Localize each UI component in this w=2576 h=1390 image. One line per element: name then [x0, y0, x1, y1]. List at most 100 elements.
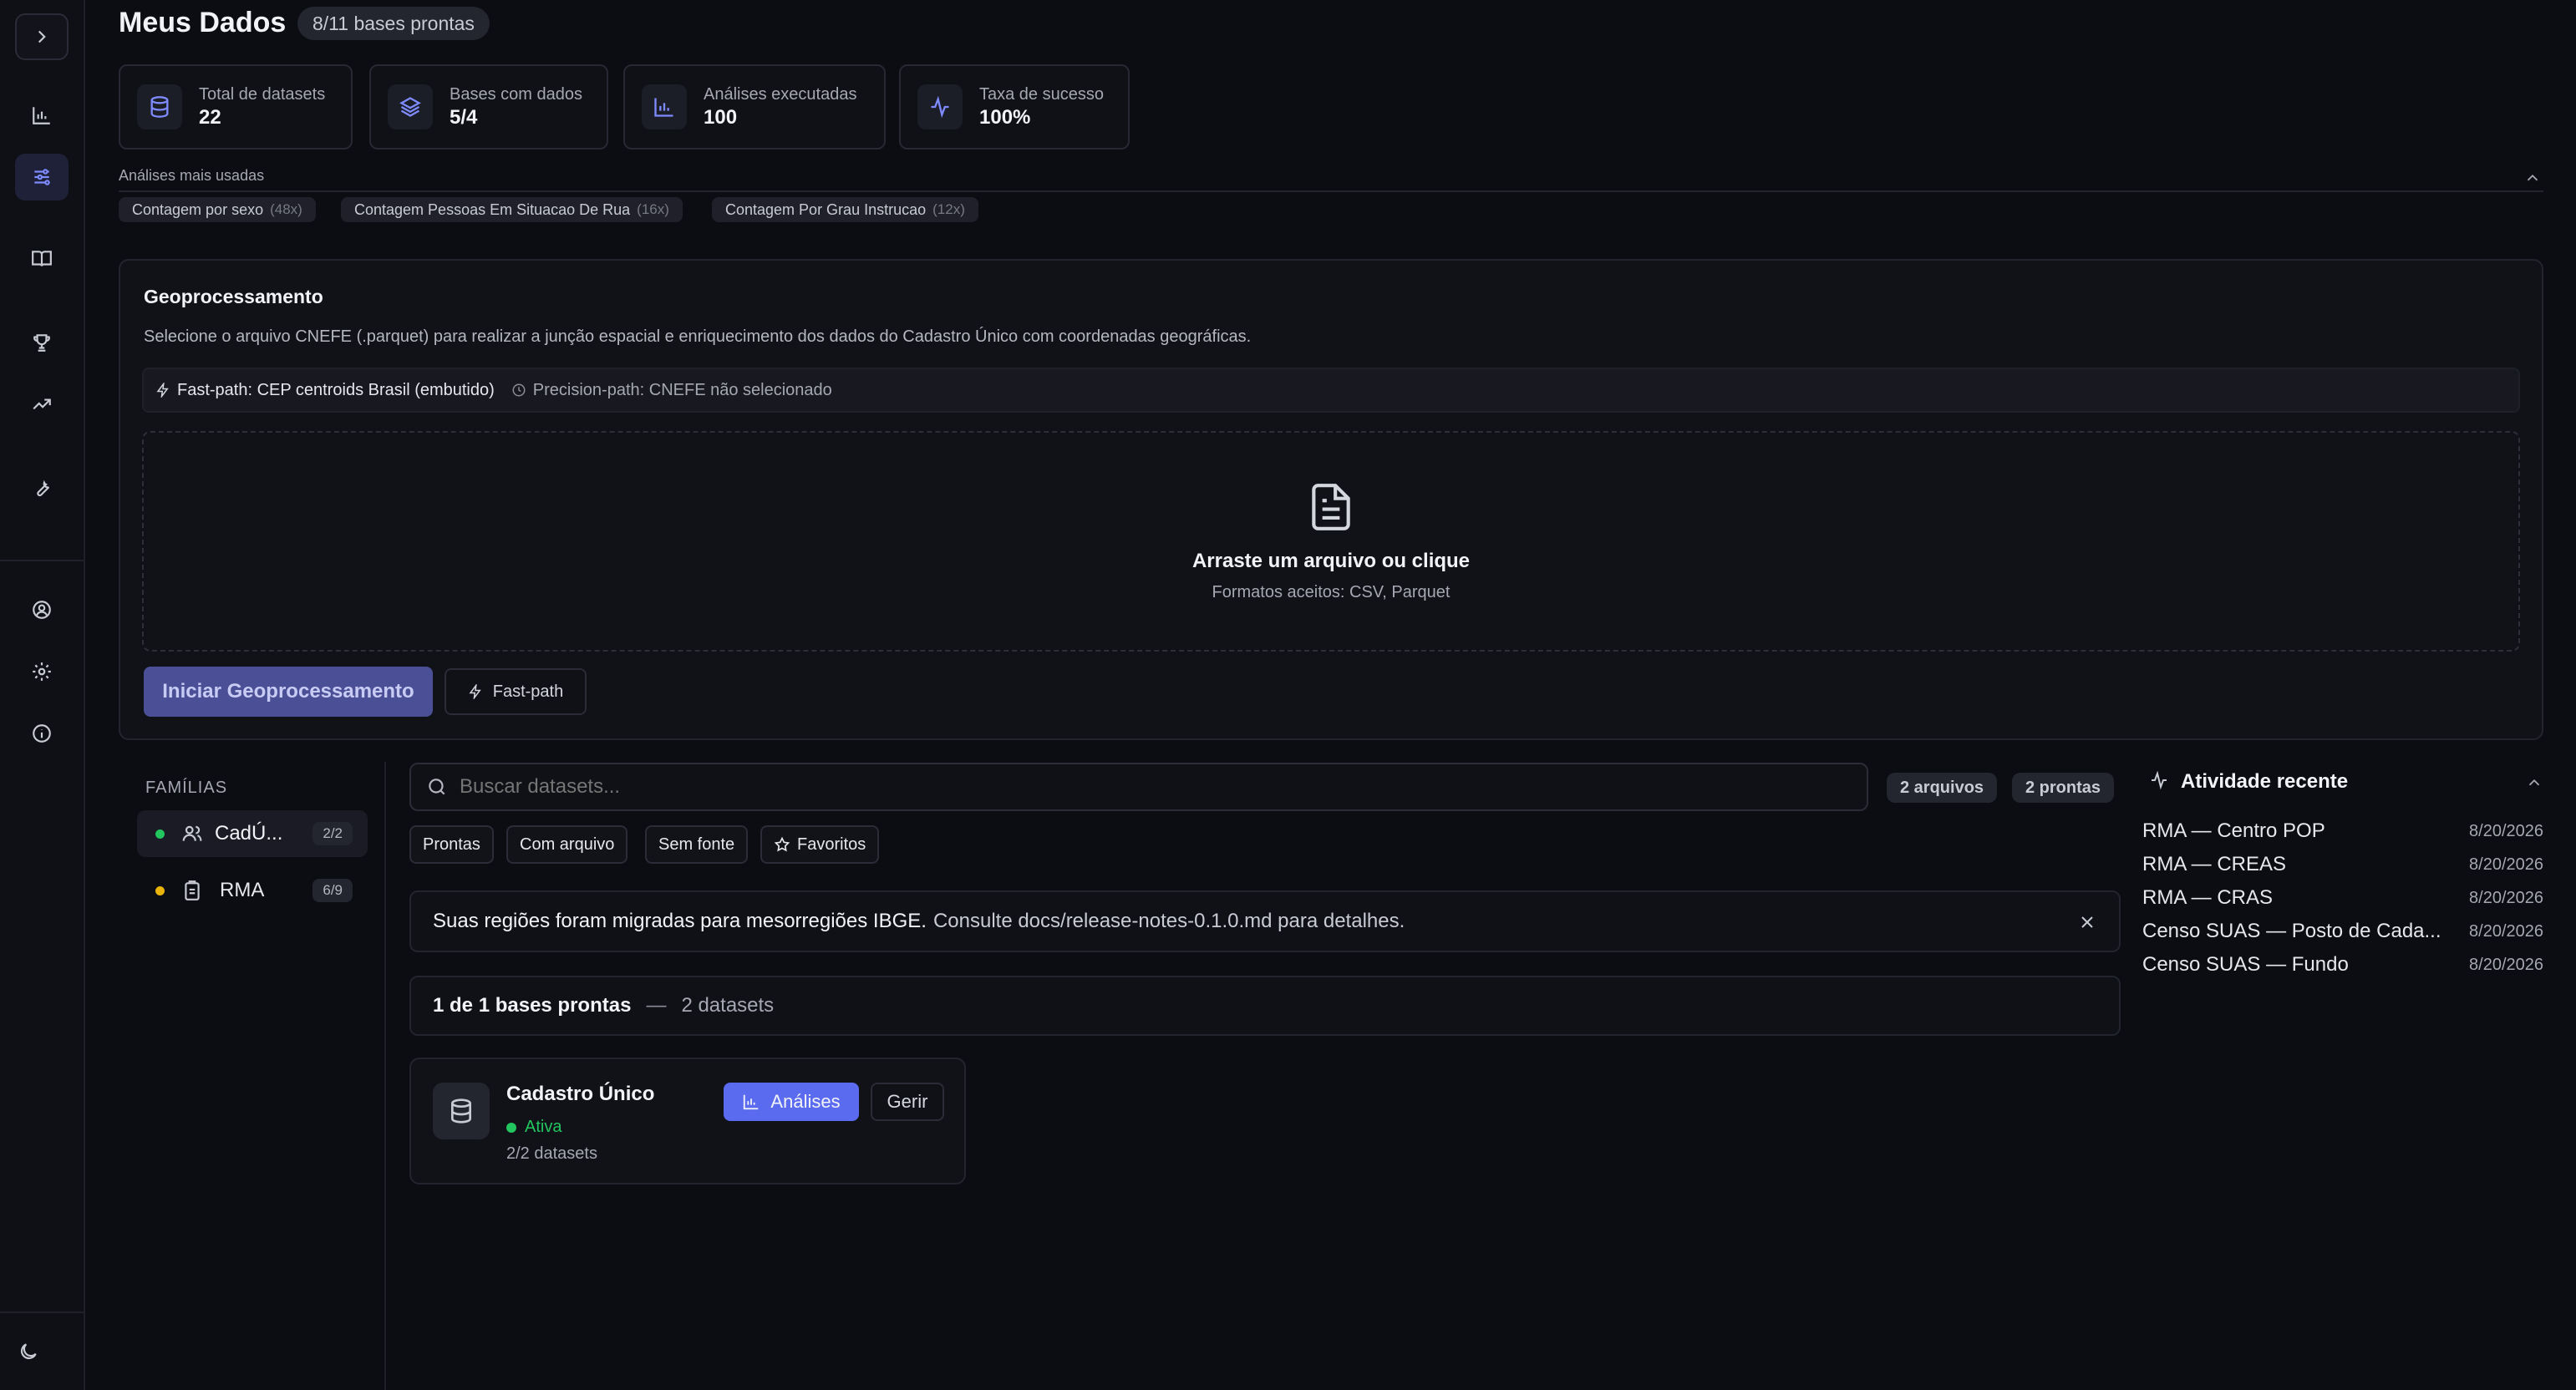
nav-settings-button[interactable]: [15, 648, 69, 695]
clock-icon: [512, 383, 526, 397]
search-input[interactable]: [460, 775, 1796, 799]
nav-charts-button[interactable]: [15, 92, 69, 139]
stat-value: 100%: [979, 106, 1031, 129]
geo-description: Selecione o arquivo CNEFE (.parquet) par…: [144, 327, 1252, 346]
fast-path-button[interactable]: Fast-path: [445, 668, 587, 715]
nav-profile-button[interactable]: [15, 586, 69, 633]
zap-icon: [156, 383, 169, 398]
fast-path-button-label: Fast-path: [492, 682, 564, 701]
activity-item[interactable]: Censo SUAS — Posto de Cada... 8/20/2026: [2142, 915, 2543, 948]
status-dot: [155, 829, 165, 839]
stat-label: Taxa de sucesso: [979, 85, 1104, 104]
wrench-icon: [37, 479, 50, 497]
tag-name: Contagem Por Grau Instrucao: [725, 200, 927, 218]
family-count: 2/2: [312, 822, 353, 845]
main-content: Meus Dados 8/11 bases prontas Total de d…: [85, 0, 2576, 1390]
families-divider: [384, 762, 386, 1390]
manage-button[interactable]: Gerir: [871, 1083, 944, 1121]
families-heading: FAMÍLIAS: [145, 779, 228, 797]
activity-name: Censo SUAS — Fundo: [2142, 953, 2349, 976]
chevron-up-icon[interactable]: [2525, 774, 2543, 792]
analyses-button-label: Análises: [770, 1091, 841, 1112]
expand-sidebar-button[interactable]: [15, 13, 69, 60]
geo-paths-info: Fast-path: CEP centroids Brasil (embutid…: [142, 368, 2520, 413]
file-dropzone[interactable]: Arraste um arquivo ou clique Formatos ac…: [142, 431, 2520, 652]
analysis-tag[interactable]: Contagem Por Grau Instrucao (12x): [712, 197, 978, 222]
most-used-header[interactable]: Análises mais usadas: [119, 167, 2543, 192]
notice-strong: Suas regiões foram migradas para mesorre…: [433, 910, 927, 932]
bar-chart-icon: [642, 84, 687, 129]
stat-value: 22: [199, 106, 221, 129]
dataset-count: 2/2 datasets: [506, 1144, 597, 1163]
family-count: 6/9: [312, 879, 353, 902]
status-dot: [506, 1122, 516, 1133]
activity-date: 8/20/2026: [2469, 821, 2543, 840]
activity-item[interactable]: Censo SUAS — Fundo 8/20/2026: [2142, 948, 2543, 982]
summary-ready: 1 de 1 bases prontas: [433, 994, 632, 1017]
family-item-rma[interactable]: RMA 6/9: [137, 867, 368, 914]
geo-title: Geoprocessamento: [144, 286, 323, 307]
page-title: Meus Dados: [119, 7, 287, 38]
activity-name: RMA — CREAS: [2142, 853, 2287, 875]
filter-sem-fonte[interactable]: Sem fonte: [645, 825, 749, 864]
close-icon[interactable]: [2077, 912, 2097, 932]
bar-chart-icon: [744, 1094, 759, 1110]
search-field[interactable]: [409, 763, 1868, 811]
trophy-icon: [33, 334, 50, 352]
stat-card-bases: Bases com dados 5/4: [369, 64, 608, 150]
nav-trophy-button[interactable]: [15, 319, 69, 366]
filter-favoritos[interactable]: Favoritos: [760, 825, 880, 864]
database-icon: [433, 1083, 490, 1139]
stat-label: Bases com dados: [450, 85, 582, 104]
tag-name: Contagem Pessoas Em Situacao De Rua: [354, 200, 631, 218]
nav-data-button[interactable]: [15, 154, 69, 200]
filter-com-arquivo[interactable]: Com arquivo: [506, 825, 628, 864]
filter-prontas[interactable]: Prontas: [409, 825, 494, 864]
analyses-button[interactable]: Análises: [724, 1083, 859, 1121]
stat-card-total-datasets: Total de datasets 22: [119, 64, 353, 150]
left-rail: [0, 0, 85, 1390]
files-badge: 2 arquivos: [1887, 773, 1998, 803]
filter-label: Favoritos: [797, 835, 866, 854]
nav-docs-button[interactable]: [15, 236, 69, 282]
nav-info-button[interactable]: [15, 710, 69, 757]
family-item-cadunico[interactable]: CadÚ... 2/2: [137, 810, 368, 857]
nav-tools-button[interactable]: [15, 464, 69, 511]
chevron-right-icon: [38, 30, 46, 43]
status-badge: 8/11 bases prontas: [297, 7, 490, 40]
migration-notice: Suas regiões foram migradas para mesorre…: [409, 890, 2121, 952]
activity-item[interactable]: RMA — CRAS 8/20/2026: [2142, 881, 2543, 915]
trending-up-icon: [33, 398, 51, 410]
summary-dash: —: [646, 994, 667, 1017]
search-icon: [429, 779, 445, 795]
book-open-icon: [32, 251, 52, 266]
activity-name: RMA — Centro POP: [2142, 819, 2325, 842]
nav-trends-button[interactable]: [15, 381, 69, 428]
dataset-card[interactable]: Cadastro Único Ativa 2/2 datasets Anális…: [409, 1058, 966, 1185]
bases-summary: 1 de 1 bases prontas — 2 datasets: [409, 976, 2121, 1036]
analysis-tag[interactable]: Contagem Pessoas Em Situacao De Rua (16x): [341, 197, 683, 222]
layers-icon: [388, 84, 433, 129]
activity-item[interactable]: RMA — Centro POP 8/20/2026: [2142, 814, 2543, 848]
gear-icon: [33, 662, 51, 681]
status-dot: [155, 885, 165, 895]
chevron-up-icon: [2527, 174, 2538, 181]
most-used-label: Análises mais usadas: [119, 167, 265, 184]
tag-count: (12x): [932, 201, 965, 217]
dropzone-formats: Formatos aceitos: CSV, Parquet: [1212, 582, 1451, 601]
bar-chart-icon: [33, 107, 50, 124]
activity-icon: [917, 84, 963, 129]
dataset-status: Ativa: [506, 1118, 561, 1137]
analysis-tag[interactable]: Contagem por sexo (48x): [119, 197, 316, 222]
activity-name: RMA — CRAS: [2142, 886, 2274, 909]
family-label: RMA: [220, 879, 265, 901]
tag-count: (48x): [270, 201, 302, 217]
users-icon: [182, 825, 202, 841]
activity-item[interactable]: RMA — CREAS 8/20/2026: [2142, 848, 2543, 881]
sliders-icon: [34, 169, 50, 185]
start-geoprocessing-button[interactable]: Iniciar Geoprocessamento: [144, 667, 433, 717]
theme-toggle-button[interactable]: [2, 1328, 55, 1375]
stat-label: Análises executadas: [704, 85, 857, 104]
tag-count: (16x): [637, 201, 669, 217]
stat-label: Total de datasets: [199, 85, 326, 104]
